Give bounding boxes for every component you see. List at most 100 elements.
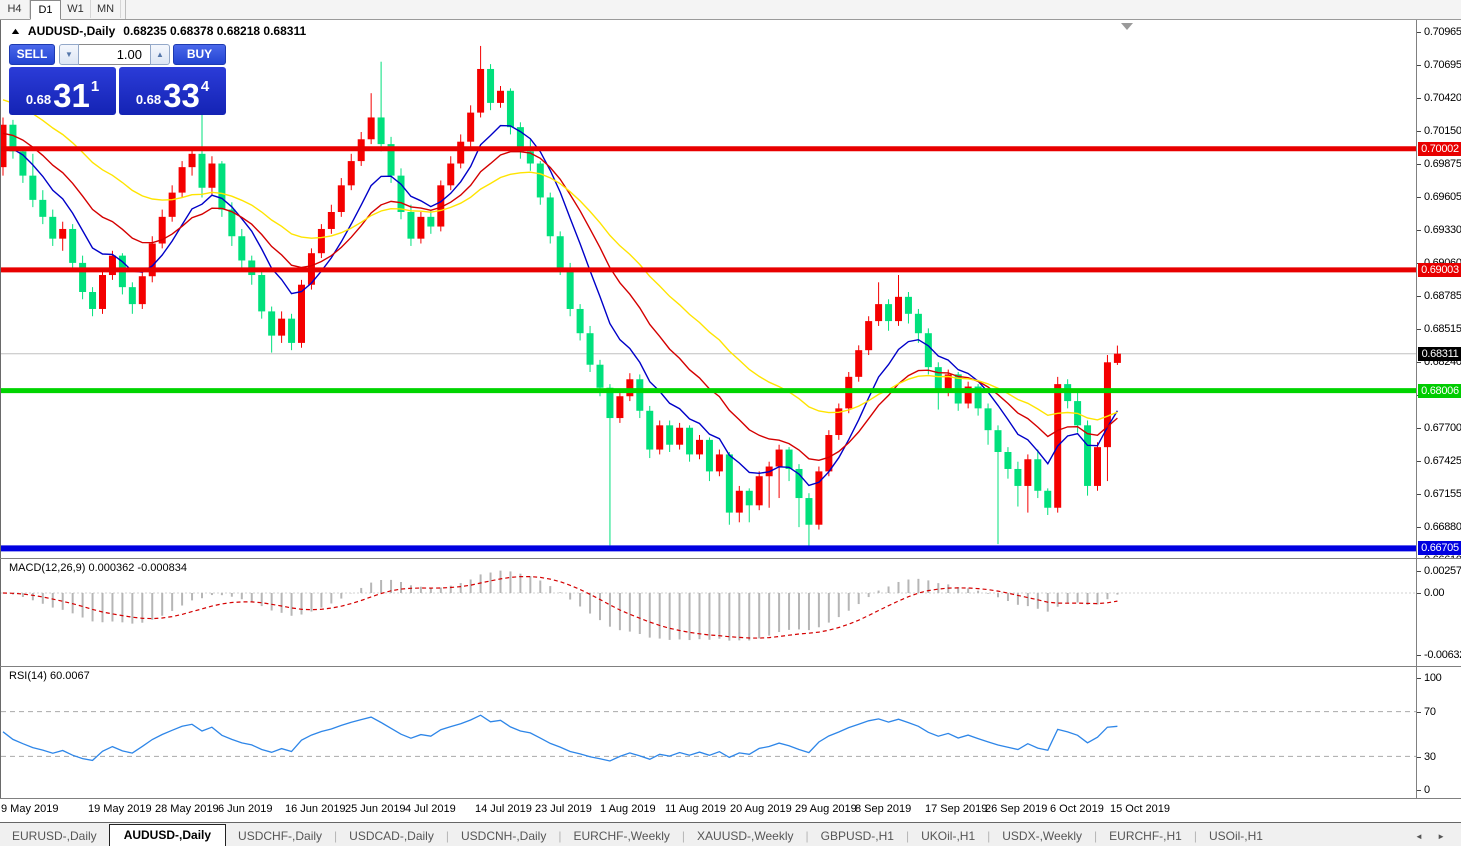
sell-price-display[interactable]: 0.68311 [9,67,116,115]
candle-body [686,428,693,455]
chart-tab-ukoilh1[interactable]: UKOil-,H1 [909,826,987,846]
chart-symbol-title: AUDUSD-,Daily [28,24,115,38]
sell-button[interactable]: SELL [9,44,55,65]
main-chart-panel[interactable]: ▲ AUDUSD-,Daily 0.68235 0.68378 0.68218 … [0,20,1417,558]
candle-body [69,229,76,263]
candle-body [1014,469,1021,486]
candle-body [855,350,862,377]
chart-tab-eurchfh1[interactable]: EURCHF-,H1 [1097,826,1194,846]
rsi-panel[interactable]: RSI(14) 60.0067 [0,667,1417,798]
candle-body [189,154,196,167]
buy-price-pips: 33 [163,81,200,111]
chart-tab-usdcaddaily[interactable]: USDCAD-,Daily [337,826,446,846]
candle-body [59,229,66,239]
price-axis[interactable]: 0.709650.706950.704200.701500.698750.696… [1416,20,1461,558]
volume-decrease-button[interactable]: ▼ [59,44,79,65]
price-tick [1417,362,1421,363]
macd-tick [1417,571,1421,572]
rsi-label: RSI(14) 60.0067 [9,670,90,682]
candle-body [587,333,594,365]
chart-tab-usoilh1[interactable]: USOil-,H1 [1197,826,1275,846]
chart-shift-marker-icon[interactable] [1121,23,1133,30]
date-tick-label: 19 May 2019 [88,803,152,815]
date-tick-label: 11 Aug 2019 [665,803,726,815]
candle-body [696,440,703,455]
price-level-badge: 0.66705 [1418,541,1461,555]
price-tick [1417,296,1421,297]
candle-body [1,125,7,167]
date-tick-label: 14 Jul 2019 [475,803,532,815]
price-tick-label: 0.67425 [1424,455,1461,467]
price-tick-label: 0.70150 [1424,125,1461,137]
candle-body [427,217,434,227]
candle-body [1104,362,1111,447]
timeframe-button-h4[interactable]: H4 [0,0,30,18]
timeframe-button-d1[interactable]: D1 [30,0,61,20]
price-tick [1417,329,1421,330]
price-level-badge: 0.70002 [1418,142,1461,156]
chart-tab-eurusddaily[interactable]: EURUSD-,Daily [0,826,109,846]
candle-body [298,285,305,343]
candle-body [179,167,186,192]
collapse-chart-icon[interactable]: ▲ [9,26,21,36]
rsi-tick [1417,757,1421,758]
rsi-line [3,715,1117,761]
chart-tab-usdxweekly[interactable]: USDX-,Weekly [990,826,1094,846]
buy-price-display[interactable]: 0.68334 [119,67,226,115]
volume-input[interactable] [79,44,150,65]
chart-tab-gbpusdh1[interactable]: GBPUSD-,H1 [809,826,906,846]
chart-tab-eurchfweekly[interactable]: EURCHF-,Weekly [561,826,681,846]
candle-body [736,491,743,513]
candle-body [89,292,96,309]
rsi-tick-label: 70 [1424,706,1436,718]
candle-body [825,435,832,471]
volume-increase-button[interactable]: ▲ [150,44,170,65]
candle-body [656,425,663,449]
candle-body [577,309,584,333]
macd-canvas[interactable] [1,559,1417,666]
candle-body [169,193,176,217]
candle-body [895,297,902,321]
timeframe-button-w1[interactable]: W1 [61,0,91,18]
candle-body [208,164,215,188]
candle-body [865,321,872,350]
timeframe-button-mn[interactable]: MN [91,0,121,18]
rsi-tick [1417,678,1421,679]
candle-body [646,411,653,450]
rsi-canvas[interactable] [1,667,1417,798]
date-tick-label: 23 Jul 2019 [535,803,592,815]
date-tick-label: 1 Aug 2019 [600,803,656,815]
candles-layer [1,46,1121,547]
price-tick-label: 0.70965 [1424,26,1461,38]
rsi-tick-label: 0 [1424,784,1430,796]
macd-panel[interactable]: MACD(12,26,9) 0.000362 -0.000834 [0,559,1417,666]
macd-tick [1417,593,1421,594]
chart-tab-audusddaily[interactable]: AUDUSD-,Daily [109,824,226,846]
candle-body [756,476,763,505]
tab-scroll-arrows[interactable]: ◄ ► [1415,832,1461,846]
candle-body [467,113,474,142]
candle-body [1034,459,1041,491]
price-level-badge: 0.68311 [1418,347,1461,361]
buy-button[interactable]: BUY [173,44,226,65]
candle-body [776,450,783,467]
price-tick-label: 0.69875 [1424,158,1461,170]
one-click-trading-panel: SELL ▼ ▲ BUY 0.68311 0.68334 [9,44,226,115]
date-axis[interactable]: 9 May 201919 May 201928 May 20196 Jun 20… [0,799,1461,822]
candle-body [238,236,245,260]
rsi-tick-label: 100 [1424,672,1441,684]
date-tick-label: 9 May 2019 [1,803,58,815]
chart-tab-xauusdweekly[interactable]: XAUUSD-,Weekly [685,826,805,846]
candle-body [258,275,265,311]
candle-body [875,304,882,321]
candle-body [915,314,922,333]
price-tick-label: 0.68785 [1424,290,1461,302]
price-tick [1417,65,1421,66]
candle-body [199,154,206,188]
chart-tab-usdchfdaily[interactable]: USDCHF-,Daily [226,826,334,846]
trading-terminal-window: H4D1W1MN ▲ AUDUSD-,Daily 0.68235 0.68378… [0,0,1461,846]
rsi-tick-label: 30 [1424,751,1436,763]
candle-body [716,454,723,471]
chart-tab-usdcnhdaily[interactable]: USDCNH-,Daily [449,826,558,846]
chart-ohlc-values: 0.68235 0.68378 0.68218 0.68311 [123,24,306,38]
